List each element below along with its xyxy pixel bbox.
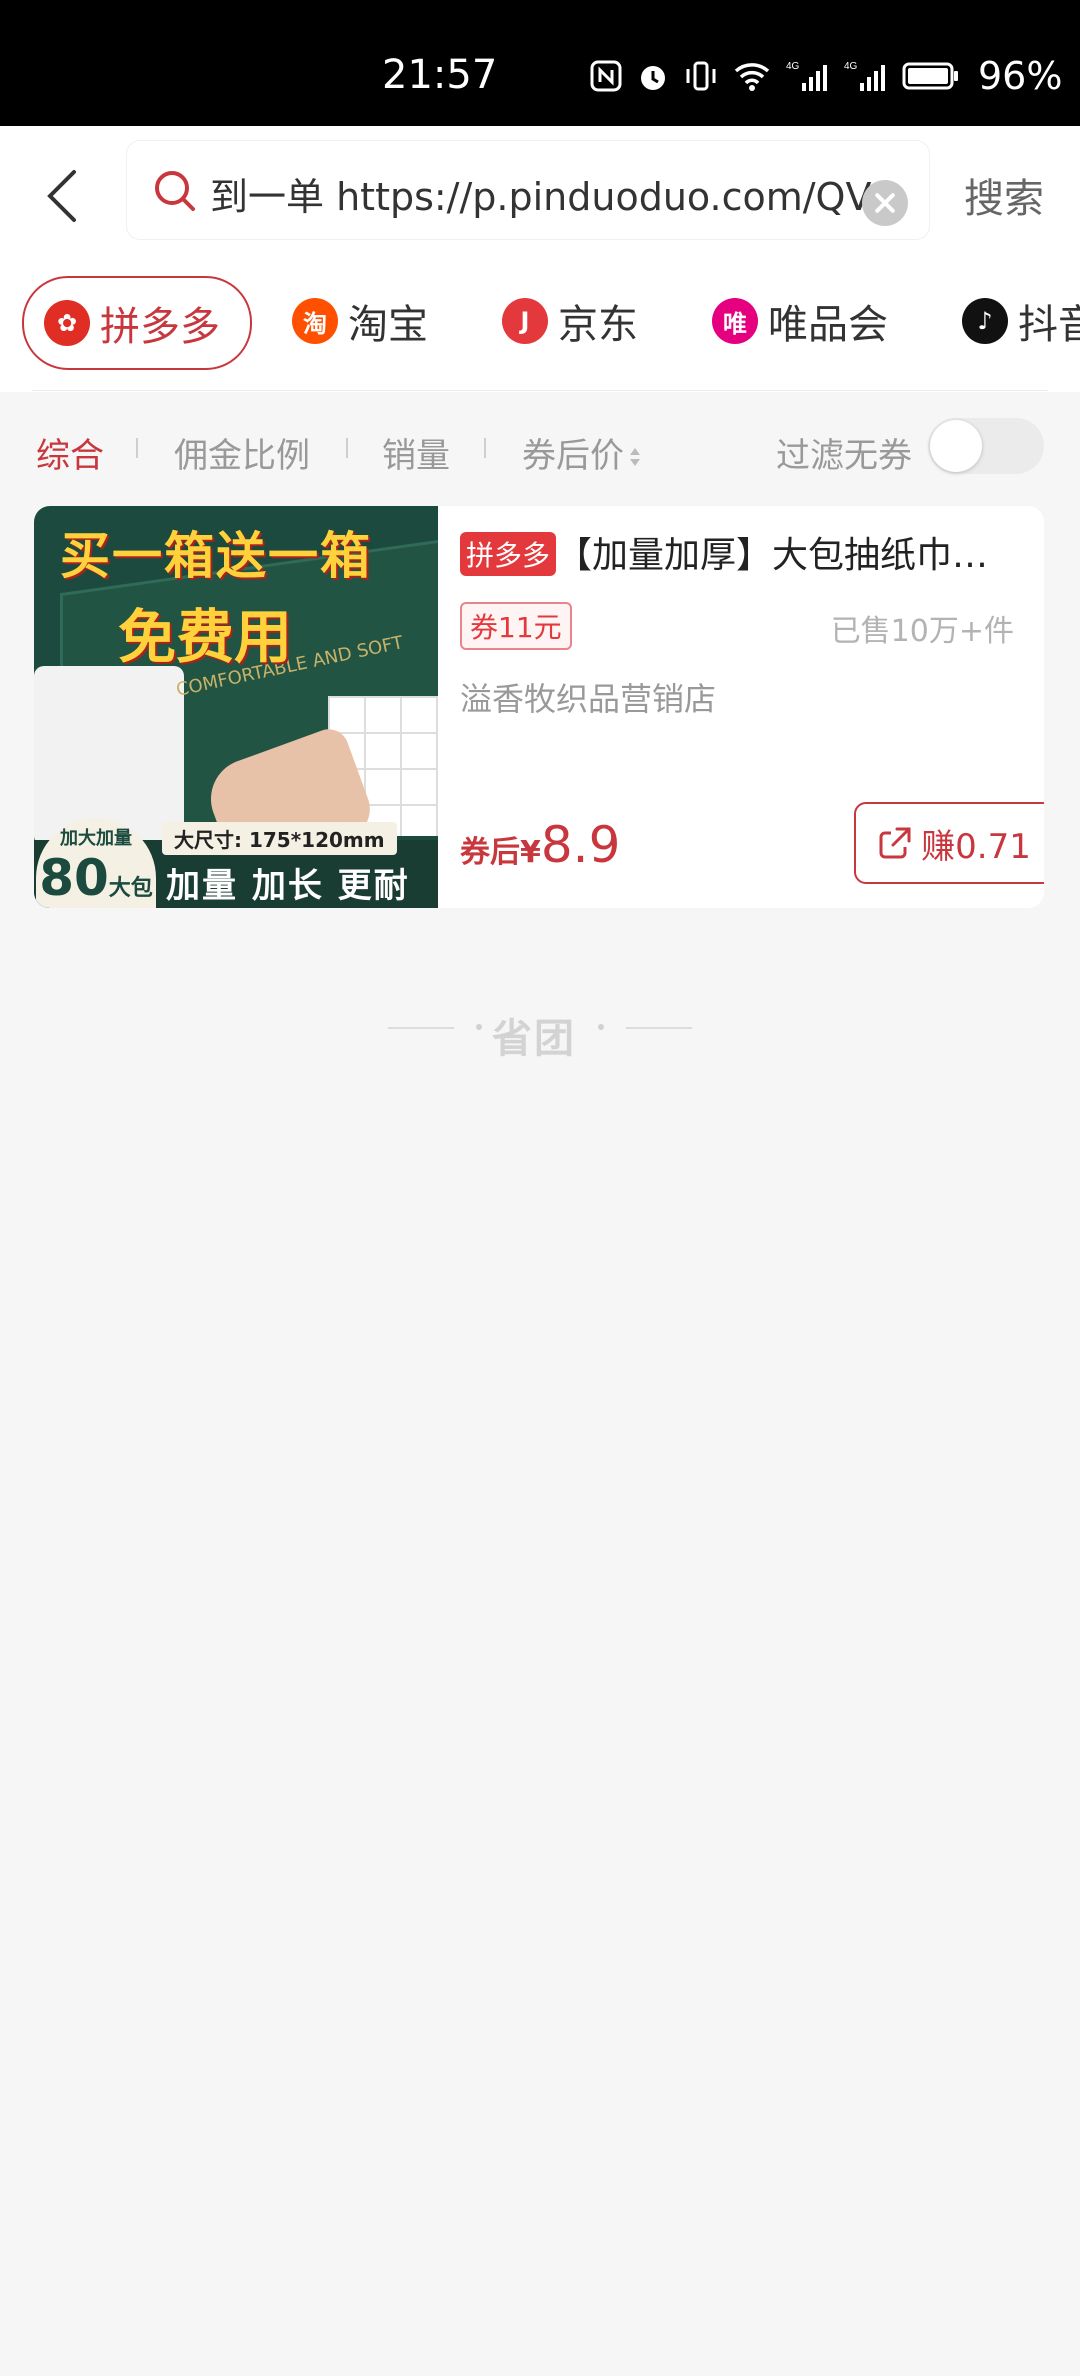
platform-tabs: ✿ 拼多多 淘 淘宝 J 京东 唯 唯品会 ♪ 抖音 — [0, 262, 1080, 392]
image-slogan: 加量 加长 更耐用 — [166, 866, 410, 906]
battery-percent: 96% — [978, 54, 1063, 98]
filter-no-coupon-label: 过滤无券 — [776, 436, 912, 476]
platform-tag: 拼多多 — [460, 532, 557, 576]
search-icon — [155, 171, 195, 211]
svg-text:4G: 4G — [844, 61, 858, 72]
footer-dot — [598, 1024, 604, 1030]
coupon-badge: 券11元 — [460, 602, 572, 650]
vibrate-icon — [686, 61, 716, 91]
footer-line-left — [388, 1027, 454, 1029]
search-button[interactable]: 搜索 — [964, 166, 1044, 224]
sort-commission[interactable]: 佣金比例 — [174, 428, 310, 477]
badge-top-text: 加大加量 — [60, 828, 132, 849]
svg-text:4G: 4G — [786, 61, 800, 72]
tab-label: 抖音 — [1018, 302, 1080, 348]
price-label: 券后¥ — [460, 835, 541, 870]
douyin-logo-icon: ♪ — [962, 298, 1008, 344]
sort-separator — [484, 438, 486, 458]
divider — [32, 390, 1048, 391]
sort-price-label: 券后价 — [522, 436, 624, 476]
clear-search-icon[interactable] — [862, 180, 908, 226]
tab-label: 唯品会 — [768, 302, 888, 348]
wifi-icon — [734, 63, 770, 91]
product-title[interactable]: 【加量加厚】大包抽纸巾… — [556, 526, 1036, 578]
image-count-badge: 加大加量 80大包 — [36, 818, 156, 908]
footer-brand-text: 省团 — [492, 1016, 576, 1062]
earn-button[interactable]: 赚0.71 — [854, 802, 1044, 884]
footer-line-right — [626, 1027, 692, 1029]
filter-no-coupon-toggle[interactable] — [928, 418, 1044, 474]
signal-icon-2: 4G — [844, 61, 885, 91]
price: 券后¥8.9 — [460, 816, 620, 874]
product-image[interactable]: COMFORTABLE AND SOFT 买一箱送一箱 免费用 大尺寸: 175… — [34, 506, 438, 908]
alarm-icon — [641, 66, 665, 90]
footer-brand: 省团 — [388, 1000, 692, 1062]
tab-pinduoduo[interactable]: ✿ 拼多多 — [22, 276, 252, 370]
product-card[interactable]: COMFORTABLE AND SOFT 买一箱送一箱 免费用 大尺寸: 175… — [34, 506, 1044, 908]
image-promo-line2: 免费用 — [118, 603, 293, 671]
image-promo-line1: 买一箱送一箱 — [60, 527, 372, 585]
search-input[interactable]: 到一单 https://p.pinduoduo.com/QVr0ossz — [210, 166, 890, 221]
toggle-knob — [930, 420, 982, 472]
sort-separator — [346, 438, 348, 458]
search-box[interactable]: 到一单 https://p.pinduoduo.com/QVr0ossz — [126, 140, 930, 240]
tab-label: 京东 — [558, 302, 638, 348]
tab-label: 淘宝 — [348, 302, 428, 348]
nfc-icon — [590, 60, 622, 92]
tab-jd[interactable]: J 京东 — [502, 276, 638, 366]
sort-sales[interactable]: 销量 — [382, 428, 450, 477]
back-arrow-icon[interactable] — [42, 166, 82, 226]
pinduoduo-logo-icon: ✿ — [44, 300, 90, 346]
search-header: 到一单 https://p.pinduoduo.com/QVr0ossz 搜索 — [0, 126, 1080, 262]
sort-comprehensive[interactable]: 综合 — [36, 428, 104, 477]
sort-separator — [136, 438, 138, 458]
tab-taobao[interactable]: 淘 淘宝 — [292, 276, 428, 366]
jd-logo-icon: J — [502, 298, 548, 344]
tab-douyin[interactable]: ♪ 抖音 — [962, 276, 1080, 366]
tab-vipshop[interactable]: 唯 唯品会 — [712, 276, 888, 366]
sort-arrows-icon — [628, 446, 642, 470]
sort-bar: 综合 佣金比例 销量 券后价 过滤无券 — [0, 392, 1080, 504]
signal-icon: 4G — [786, 61, 827, 91]
sort-price[interactable]: 券后价 — [522, 428, 642, 477]
battery-icon — [902, 62, 958, 90]
price-value: 8.9 — [540, 816, 621, 874]
status-icons: 4G 4G 96% — [590, 54, 1062, 98]
status-time: 21:57 — [382, 52, 498, 98]
earn-label: 赚0.71 — [921, 826, 1031, 867]
vipshop-logo-icon: 唯 — [712, 298, 758, 344]
footer-dot — [476, 1024, 482, 1030]
shop-name: 溢香牧织品营销店 — [460, 680, 717, 718]
share-icon — [879, 827, 911, 859]
taobao-logo-icon: 淘 — [292, 298, 338, 344]
tab-label: 拼多多 — [100, 304, 220, 350]
image-size-label: 大尺寸: 175*120mm — [162, 822, 397, 855]
badge-number: 80大包 — [39, 849, 153, 907]
sold-count: 已售10万+件 — [830, 614, 1014, 649]
status-bar: 21:57 4G 4G 96% — [0, 0, 1080, 126]
product-info: 拼多多 【加量加厚】大包抽纸巾… 券11元 已售10万+件 溢香牧织品营销店 券… — [460, 506, 1044, 908]
